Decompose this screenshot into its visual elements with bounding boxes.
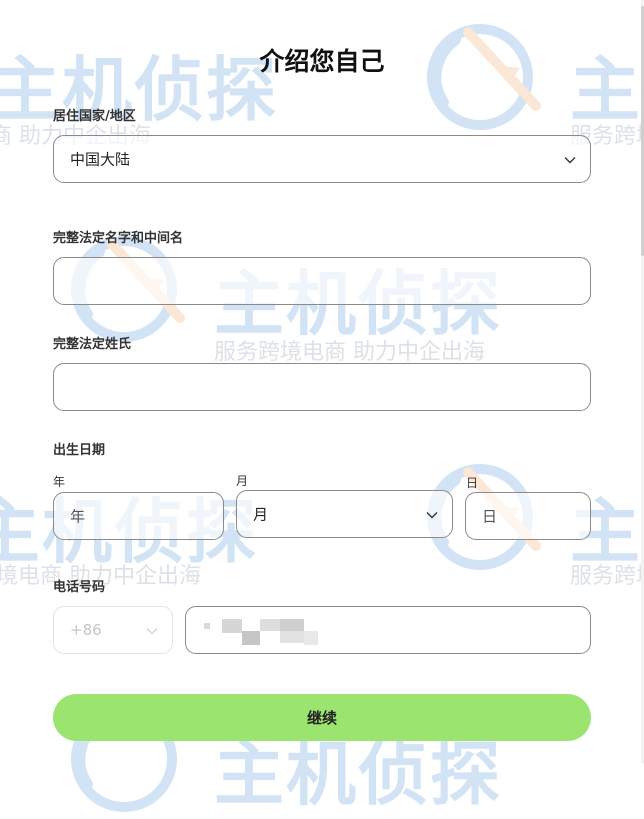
- country-code-value: +86: [70, 621, 102, 639]
- birth-date-label: 出生日期: [53, 443, 106, 458]
- redacted-phone-number: [204, 617, 324, 645]
- watermark-tagline: 服务跨境电商 助力中企出海: [214, 340, 485, 365]
- continue-button[interactable]: 继续: [53, 694, 591, 741]
- first-name-label: 完整法定名字和中间名: [53, 231, 184, 246]
- birth-year-placeholder: 年: [70, 507, 86, 526]
- chevron-down-icon: [146, 621, 158, 640]
- birth-month-label: 月: [236, 474, 249, 488]
- last-name-label: 完整法定姓氏: [53, 337, 132, 352]
- birth-day-placeholder: 日: [482, 507, 498, 526]
- birth-year-label: 年: [53, 475, 66, 489]
- country-label: 居住国家/地区: [53, 109, 136, 124]
- birth-year-input[interactable]: 年: [53, 492, 224, 540]
- country-select[interactable]: 中国大陆: [53, 135, 591, 183]
- country-select-value: 中国大陆: [70, 150, 131, 169]
- birth-month-select[interactable]: 月: [236, 490, 453, 538]
- birth-month-value: 月: [253, 505, 269, 524]
- chevron-down-icon: [564, 150, 576, 169]
- country-code-select[interactable]: +86: [53, 606, 173, 654]
- page-title: 介绍您自己: [259, 47, 385, 76]
- phone-label: 电话号码: [53, 580, 106, 595]
- birth-day-label: 日: [466, 476, 479, 490]
- watermark-tagline: 服务跨境电商 助力中企出海: [570, 564, 644, 589]
- phone-number-input[interactable]: [185, 606, 591, 654]
- first-name-input[interactable]: [53, 257, 591, 305]
- chevron-down-icon: [426, 505, 438, 524]
- birth-day-input[interactable]: 日: [465, 492, 591, 540]
- last-name-input[interactable]: [53, 363, 591, 411]
- continue-button-label: 继续: [306, 710, 337, 727]
